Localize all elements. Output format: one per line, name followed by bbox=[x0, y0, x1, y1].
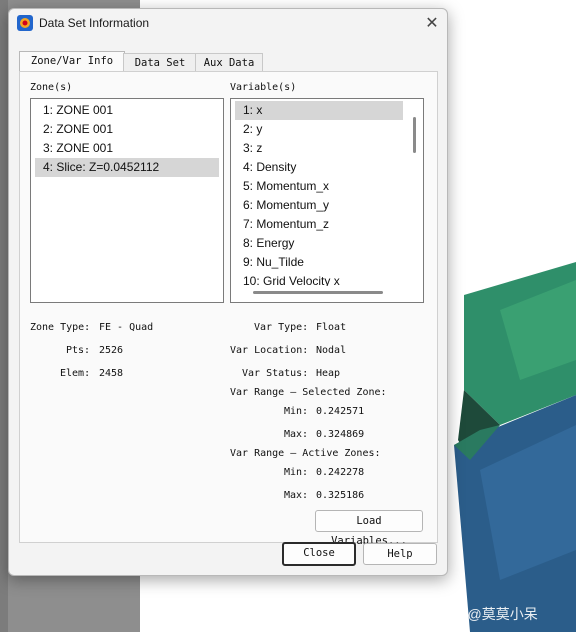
dialog-title: Data Set Information bbox=[39, 16, 150, 30]
background-window-edge bbox=[0, 0, 8, 632]
zone-list-item-2[interactable]: 2: ZONE 001 bbox=[35, 120, 219, 139]
selected-min-label: Min: bbox=[284, 406, 309, 417]
variable-list-item-6[interactable]: 6: Momentum_y bbox=[235, 196, 403, 215]
zone-list-item-3[interactable]: 3: ZONE 001 bbox=[35, 139, 219, 158]
variables-listbox[interactable]: 1: x 2: y 3: z 4: Density 5: Momentum_x … bbox=[230, 98, 424, 303]
var-type-value: Float bbox=[316, 322, 347, 333]
var-range-active-label: Var Range — Active Zones: bbox=[230, 448, 381, 459]
variable-list-item-3[interactable]: 3: z bbox=[235, 139, 403, 158]
active-min-label: Min: bbox=[284, 467, 309, 478]
close-icon[interactable]: ✕ bbox=[423, 14, 441, 32]
variable-list-item-2[interactable]: 2: y bbox=[235, 120, 403, 139]
3d-surface-plot bbox=[454, 262, 576, 632]
active-max-value: 0.325186 bbox=[316, 490, 365, 501]
help-button[interactable]: Help bbox=[363, 543, 437, 565]
elem-label: Elem: bbox=[60, 368, 91, 379]
tab-aux-data[interactable]: Aux Data bbox=[195, 53, 263, 73]
variable-list-item-8[interactable]: 8: Energy bbox=[235, 234, 403, 253]
variable-list-item-9[interactable]: 9: Nu_Tilde bbox=[235, 253, 403, 272]
variables-vertical-scrollbar[interactable] bbox=[413, 117, 416, 153]
tab-panel-zone-var-info: Zone(s) 1: ZONE 001 2: ZONE 001 3: ZONE … bbox=[19, 71, 438, 547]
variable-list-item-5[interactable]: 5: Momentum_x bbox=[235, 177, 403, 196]
var-status-value: Heap bbox=[316, 368, 341, 379]
variable-list-item-4[interactable]: 4: Density bbox=[235, 158, 403, 177]
variables-horizontal-scrollbar[interactable] bbox=[253, 291, 383, 294]
zones-label: Zone(s) bbox=[30, 82, 73, 93]
zone-type-label: Zone Type: bbox=[30, 322, 91, 333]
zones-listbox[interactable]: 1: ZONE 001 2: ZONE 001 3: ZONE 001 4: S… bbox=[30, 98, 224, 303]
close-button[interactable]: Close bbox=[282, 542, 356, 566]
tab-zone-var-info[interactable]: Zone/Var Info bbox=[19, 51, 125, 73]
zone-list-item-4[interactable]: 4: Slice: Z=0.0452112 bbox=[35, 158, 219, 177]
selected-max-value: 0.324869 bbox=[316, 429, 365, 440]
data-set-information-dialog: Data Set Information ✕ Zone/Var Info Dat… bbox=[8, 8, 448, 576]
var-status-label: Var Status: bbox=[242, 368, 309, 379]
pts-value: 2526 bbox=[99, 345, 124, 356]
selected-max-label: Max: bbox=[284, 429, 309, 440]
pts-label: Pts: bbox=[66, 345, 91, 356]
title-bar[interactable]: Data Set Information ✕ bbox=[9, 9, 447, 37]
variable-list-item-10[interactable]: 10: Grid Velocity x bbox=[235, 272, 403, 286]
active-min-value: 0.242278 bbox=[316, 467, 365, 478]
csdn-watermark: CSDN @莫莫小呆 bbox=[424, 606, 538, 622]
tecplot-app-icon bbox=[17, 15, 33, 31]
var-location-value: Nodal bbox=[316, 345, 347, 356]
elem-value: 2458 bbox=[99, 368, 124, 379]
variable-list-item-7[interactable]: 7: Momentum_z bbox=[235, 215, 403, 234]
var-location-label: Var Location: bbox=[230, 345, 309, 356]
tab-data-set[interactable]: Data Set bbox=[123, 53, 197, 73]
var-type-label: Var Type: bbox=[254, 322, 309, 333]
variables-label: Variable(s) bbox=[230, 82, 297, 93]
load-variables-button[interactable]: Load Variables... bbox=[315, 510, 423, 547]
variable-list-item-1[interactable]: 1: x bbox=[235, 101, 403, 120]
zone-list-item-1[interactable]: 1: ZONE 001 bbox=[35, 101, 219, 120]
var-range-selected-label: Var Range — Selected Zone: bbox=[230, 387, 387, 398]
selected-min-value: 0.242571 bbox=[316, 406, 365, 417]
active-max-label: Max: bbox=[284, 490, 309, 501]
zone-type-value: FE - Quad bbox=[99, 322, 154, 333]
